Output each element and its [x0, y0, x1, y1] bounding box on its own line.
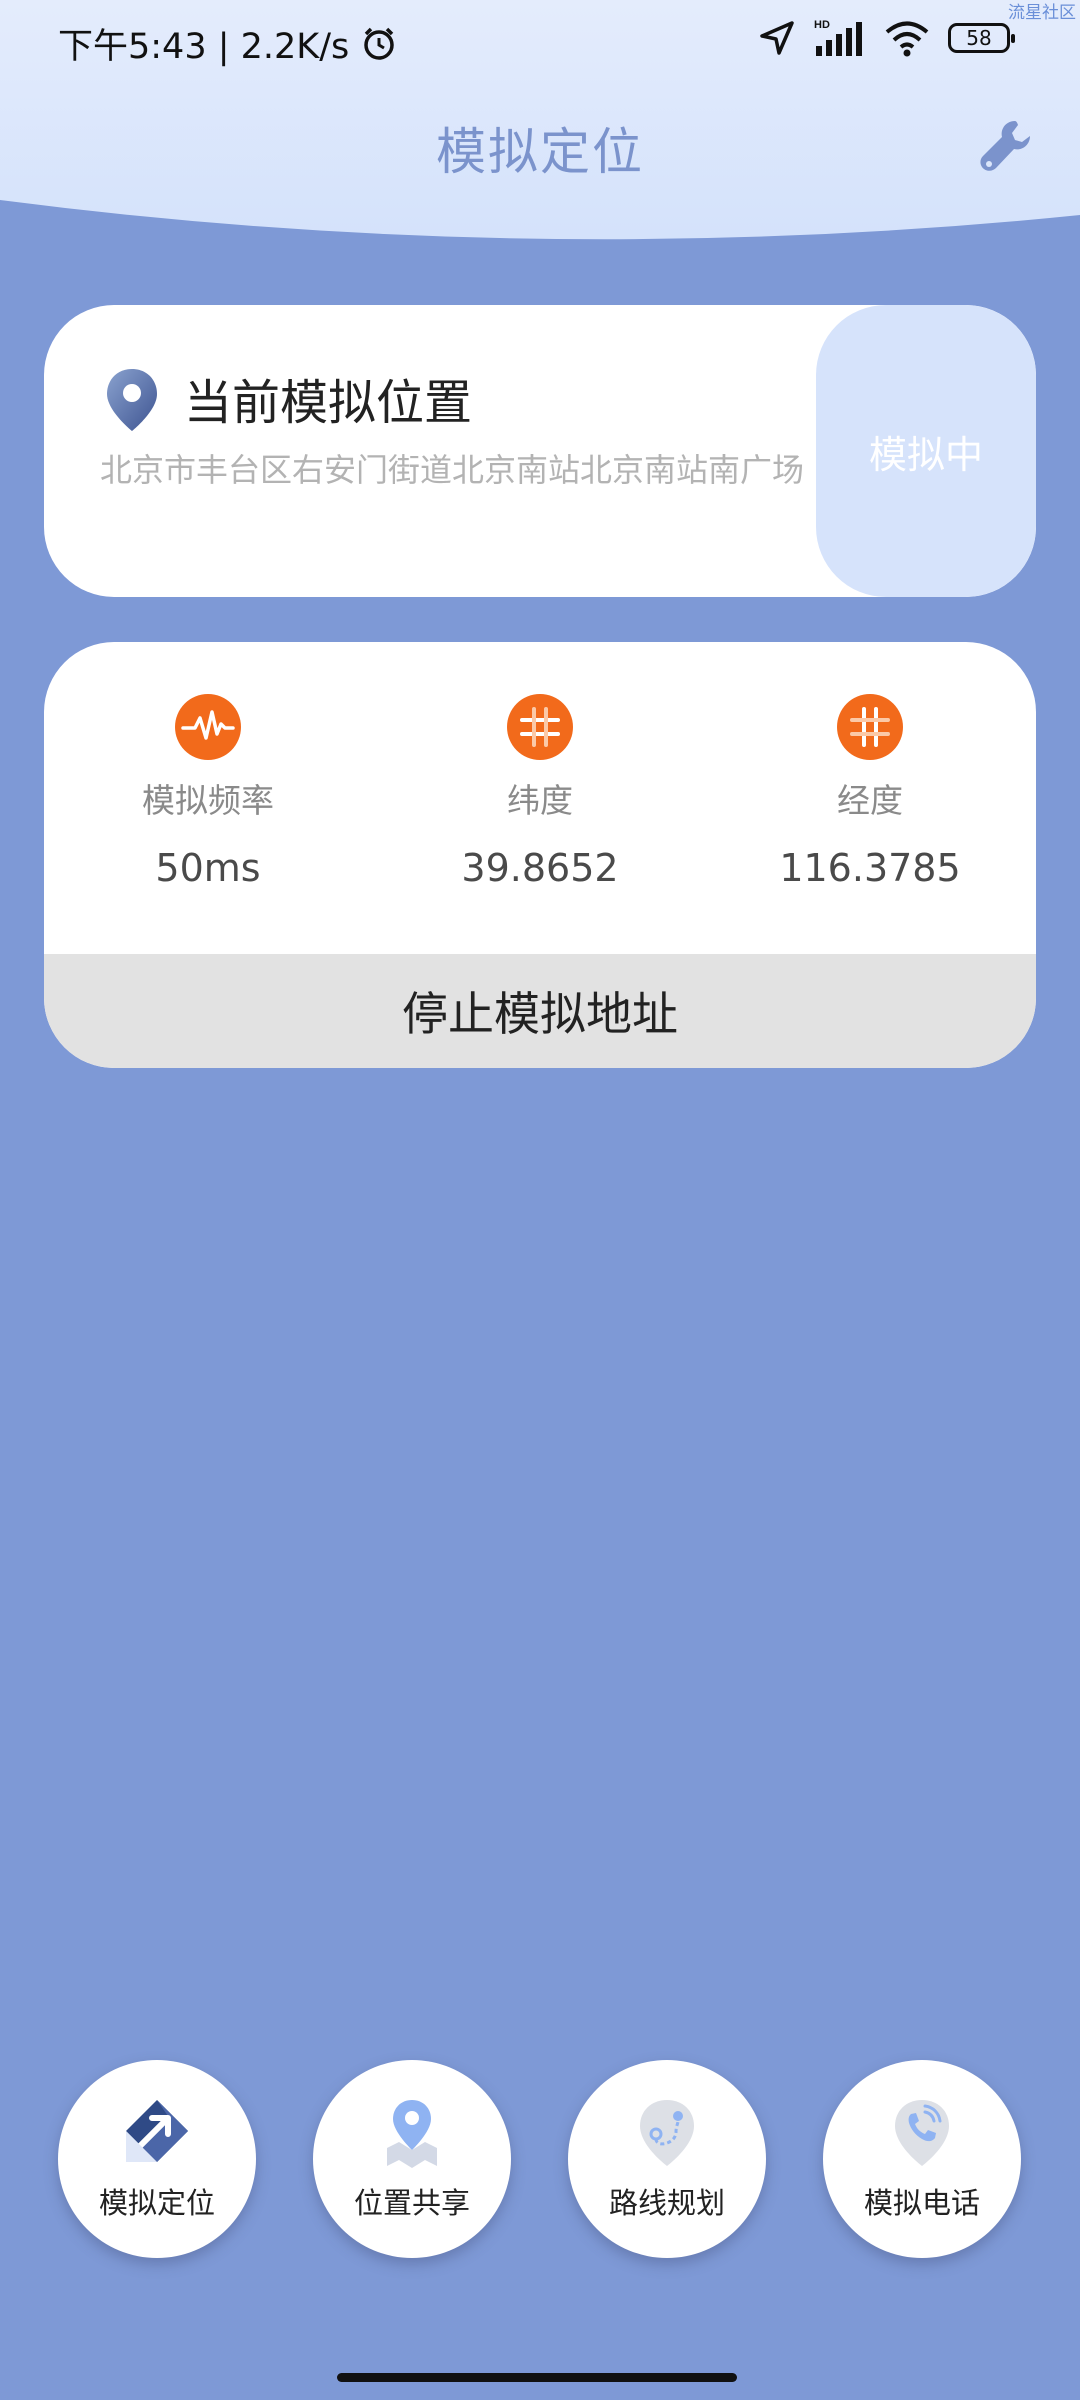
page-title: 模拟定位	[436, 123, 644, 181]
stat-label: 纬度	[507, 781, 573, 820]
stop-simulation-button[interactable]: 停止模拟地址	[44, 954, 1036, 1068]
battery-icon: 58	[948, 23, 1015, 53]
nav-mock-location[interactable]: 模拟定位	[58, 2060, 256, 2258]
home-indicator[interactable]	[337, 2373, 737, 2382]
stat-longitude: 经度 116.3785	[740, 694, 1000, 890]
stat-value: 39.8652	[461, 846, 619, 890]
nav-route-plan[interactable]: 路线规划	[568, 2060, 766, 2258]
current-location-title: 当前模拟位置	[184, 375, 473, 431]
location-arrow-icon	[760, 21, 794, 55]
status-time: 下午5:43 | 2.2K/s	[58, 27, 350, 67]
simulating-status-button[interactable]: 模拟中	[816, 305, 1036, 597]
stat-latitude: 纬度 39.8652	[410, 694, 670, 890]
route-plan-icon	[640, 2100, 694, 2166]
stat-label: 经度	[837, 781, 903, 820]
phone-icon	[895, 2100, 949, 2166]
simulation-stats-card: 模拟频率 50ms 纬度 39.8652 经度 116.3785 停止模拟地址	[44, 642, 1036, 1068]
hash-icon	[837, 694, 903, 760]
cellular-signal-icon: HD	[814, 19, 862, 56]
hash-icon	[507, 694, 573, 760]
battery-level: 58	[966, 26, 992, 50]
navigation-arrow-icon	[126, 2100, 188, 2162]
current-location-address: 北京市丰台区右安门街道北京南站北京南站南广场	[100, 451, 805, 489]
nav-location-share[interactable]: 位置共享	[313, 2060, 511, 2258]
stat-label: 模拟频率	[142, 781, 274, 820]
wrench-settings-icon[interactable]	[975, 115, 1035, 175]
wifi-icon	[885, 21, 929, 57]
current-location-card: 当前模拟位置 北京市丰台区右安门街道北京南站北京南站南广场 模拟中	[44, 305, 1036, 597]
svg-text:HD: HD	[814, 19, 830, 31]
stat-frequency: 模拟频率 50ms	[78, 694, 338, 890]
nav-label: 模拟定位	[98, 2186, 215, 2220]
waveform-icon	[175, 694, 241, 760]
stat-value: 50ms	[155, 846, 261, 890]
nav-label: 路线规划	[608, 2186, 725, 2220]
stat-value: 116.3785	[779, 846, 961, 890]
nav-label: 模拟电话	[863, 2186, 980, 2220]
nav-label: 位置共享	[353, 2186, 470, 2220]
nav-mock-call[interactable]: 模拟电话	[823, 2060, 1021, 2258]
location-share-icon	[387, 2100, 437, 2168]
alarm-icon	[364, 27, 395, 60]
location-pin-icon	[107, 369, 157, 431]
watermark: 流星社区	[1008, 3, 1076, 23]
status-bar: 下午5:43 | 2.2K/s HD 58 流星社区	[0, 0, 1080, 90]
